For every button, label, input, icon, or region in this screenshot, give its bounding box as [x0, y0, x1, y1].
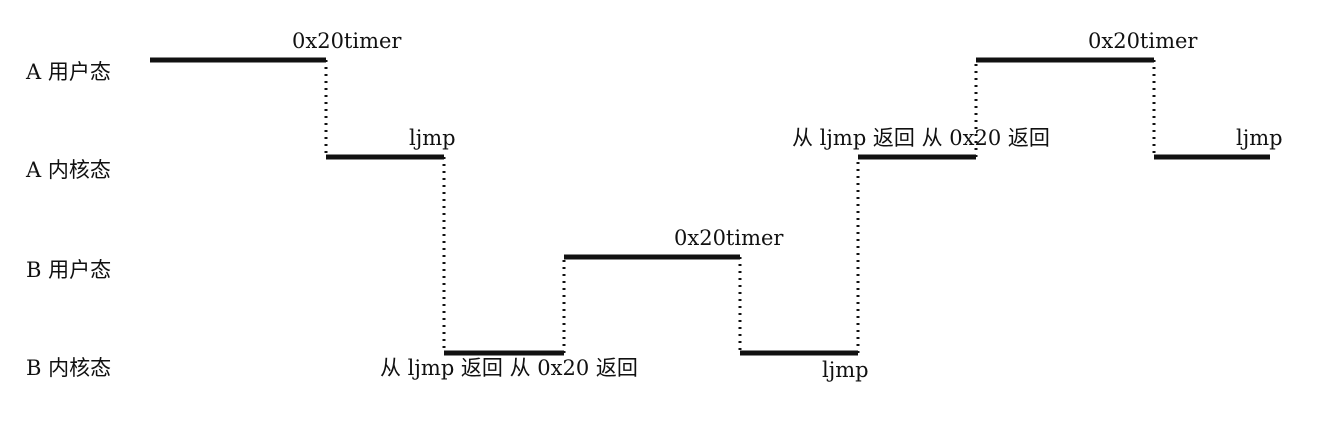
row-label-b-kernel: B 内核态	[26, 356, 112, 380]
annotation-a-user-0x20timer-2: 0x20timer	[1088, 29, 1198, 53]
annotation-a-kernel-ljmp-1: ljmp	[409, 126, 456, 150]
row-label-b-user: B 用户态	[26, 258, 112, 282]
row-label-a-kernel: A 内核态	[26, 158, 111, 182]
row-label-a-user: A 用户态	[26, 60, 111, 84]
annotation-a-user-0x20timer-1: 0x20timer	[292, 29, 402, 53]
annotation-b-kernel-return-1: 从 ljmp 返回 从 0x20 返回	[380, 356, 638, 380]
annotation-a-kernel-ljmp-2: ljmp	[1236, 126, 1283, 150]
annotation-a-kernel-return: 从 ljmp 返回 从 0x20 返回	[792, 126, 1050, 150]
timeline-diagram	[150, 57, 1270, 356]
annotation-b-kernel-ljmp: ljmp	[822, 358, 869, 382]
annotation-b-user-0x20timer: 0x20timer	[674, 226, 784, 250]
